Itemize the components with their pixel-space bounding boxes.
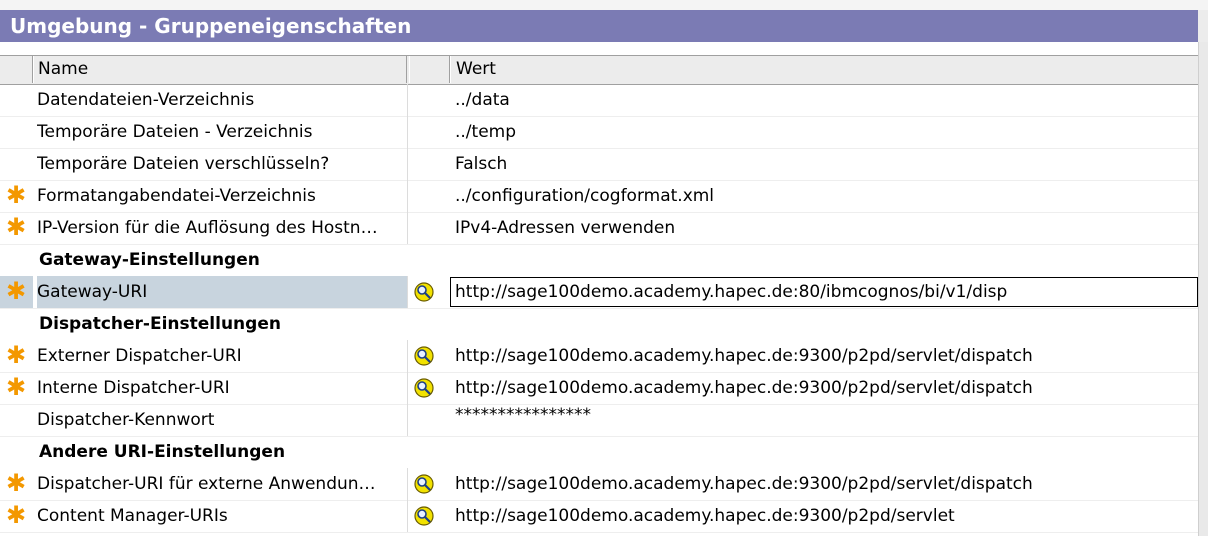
- row-name: Dispatcher-URI für externe Anwendun…: [37, 468, 408, 500]
- required-icon: ✱: [6, 277, 27, 305]
- header-marker-column: [0, 56, 33, 83]
- row-value[interactable]: ../configuration/cogformat.xml: [455, 180, 714, 212]
- table-row[interactable]: ✱ IP-Version für die Auflösung des Hostn…: [0, 212, 1199, 245]
- row-value[interactable]: Falsch: [455, 148, 507, 180]
- group-header-other-uri: Andere URI-Einstellungen: [0, 436, 1199, 468]
- row-value[interactable]: IPv4-Adressen verwenden: [455, 212, 675, 244]
- group-label: Andere URI-Einstellungen: [39, 442, 286, 462]
- right-edge-bar: [1198, 42, 1208, 536]
- row-name: IP-Version für die Auflösung des Hostn…: [37, 212, 408, 244]
- row-value[interactable]: http://sage100demo.academy.hapec.de:9300…: [455, 340, 1033, 372]
- table-row[interactable]: ✱ Externer Dispatcher-URI http://sage100…: [0, 340, 1199, 373]
- url-test-icon[interactable]: [414, 378, 434, 398]
- table-row[interactable]: Temporäre Dateien - Verzeichnis ../temp: [0, 116, 1199, 149]
- password-value[interactable]: ****************: [455, 399, 591, 431]
- table-row[interactable]: Dispatcher-Kennwort ****************: [0, 404, 1199, 437]
- table-row[interactable]: ✱ Content Manager-URIs http://sage100dem…: [0, 500, 1199, 533]
- table-row[interactable]: Temporäre Dateien verschlüsseln? Falsch: [0, 148, 1199, 181]
- header-icon-column: [409, 56, 450, 83]
- row-name: Temporäre Dateien verschlüsseln?: [37, 148, 408, 180]
- url-test-icon[interactable]: [414, 474, 434, 494]
- url-test-icon[interactable]: [414, 346, 434, 366]
- row-name: Datendateien-Verzeichnis: [37, 84, 408, 116]
- panel-title: Umgebung - Gruppeneigenschaften: [0, 10, 1208, 42]
- table-row-selected[interactable]: ✱ Gateway-URI http://sage100demo.academy…: [0, 276, 1199, 309]
- row-name: Externer Dispatcher-URI: [37, 340, 408, 372]
- row-value[interactable]: http://sage100demo.academy.hapec.de:80/i…: [455, 276, 1007, 308]
- header-value[interactable]: Wert: [450, 56, 1199, 83]
- row-name: Temporäre Dateien - Verzeichnis: [37, 116, 408, 148]
- header-name[interactable]: Name: [33, 56, 407, 83]
- required-icon: ✱: [6, 469, 27, 497]
- table-row[interactable]: ✱ Formatangabendatei-Verzeichnis ../conf…: [0, 180, 1199, 213]
- row-value[interactable]: ../data: [455, 84, 510, 116]
- row-name: Formatangabendatei-Verzeichnis: [37, 180, 408, 212]
- url-test-icon[interactable]: [414, 282, 434, 302]
- table-row[interactable]: Datendateien-Verzeichnis ../data: [0, 84, 1199, 117]
- group-label: Dispatcher-Einstellungen: [39, 314, 281, 334]
- group-header-dispatcher: Dispatcher-Einstellungen: [0, 308, 1199, 340]
- row-name: Dispatcher-Kennwort: [37, 404, 408, 436]
- table-header: Name Wert: [0, 55, 1199, 85]
- required-icon: ✱: [6, 181, 27, 209]
- row-value[interactable]: http://sage100demo.academy.hapec.de:9300…: [455, 468, 1033, 500]
- row-value[interactable]: http://sage100demo.academy.hapec.de:9300…: [455, 500, 955, 532]
- row-value[interactable]: ../temp: [455, 116, 516, 148]
- group-header-gateway: Gateway-Einstellungen: [0, 244, 1199, 276]
- row-name: Interne Dispatcher-URI: [37, 372, 408, 404]
- row-name: Content Manager-URIs: [37, 500, 408, 532]
- required-icon: ✱: [6, 213, 27, 241]
- table-row[interactable]: ✱ Dispatcher-URI für externe Anwendun… h…: [0, 468, 1199, 501]
- property-panel: Umgebung - Gruppeneigenschaften Name Wer…: [0, 0, 1208, 536]
- row-name: Gateway-URI: [37, 276, 408, 308]
- url-test-icon[interactable]: [414, 506, 434, 526]
- required-icon: ✱: [6, 341, 27, 369]
- group-label: Gateway-Einstellungen: [39, 250, 260, 270]
- required-icon: ✱: [6, 373, 27, 401]
- table-row[interactable]: ✱ Interne Dispatcher-URI http://sage100d…: [0, 372, 1199, 405]
- required-icon: ✱: [6, 501, 27, 529]
